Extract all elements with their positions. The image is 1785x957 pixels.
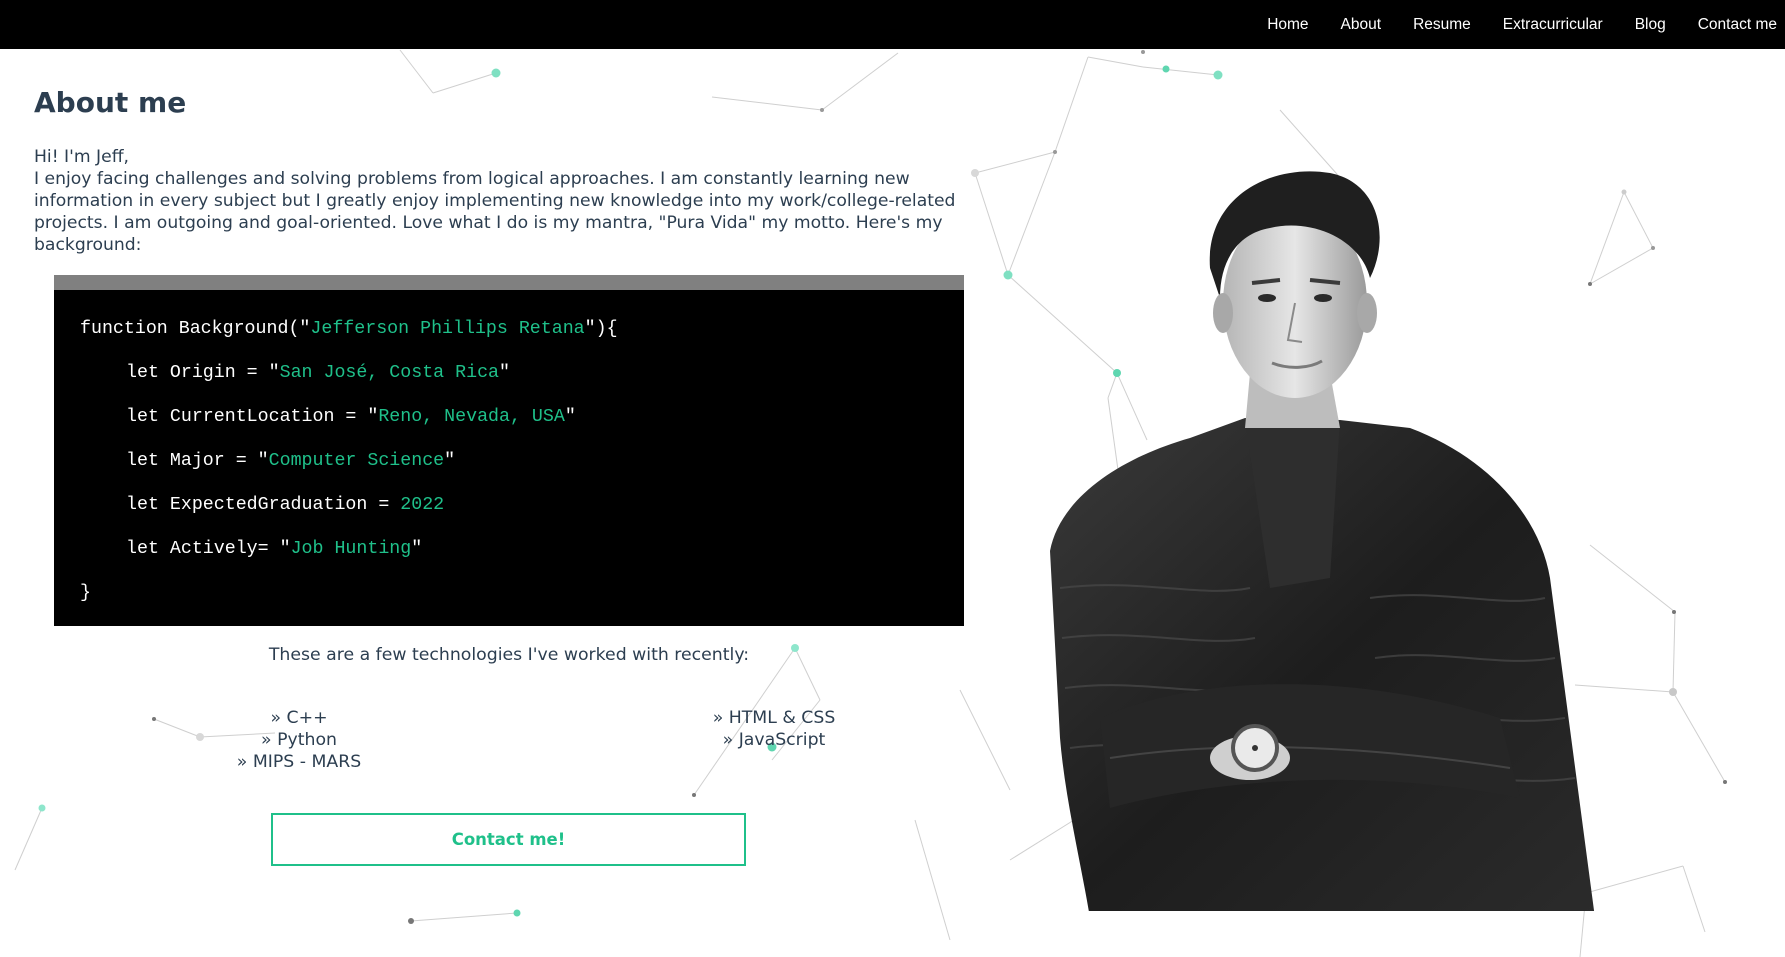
code-key: let Actively= " xyxy=(126,539,291,559)
code-value: Computer Science xyxy=(268,451,445,471)
top-navbar: Home About Resume Extracurricular Blog C… xyxy=(0,0,1785,49)
code-line-major: let Major = "Computer Science" xyxy=(80,439,964,483)
nav-link-extracurricular[interactable]: Extracurricular xyxy=(1503,16,1603,34)
code-value: Job Hunting xyxy=(290,539,412,559)
technologies-intro: These are a few technologies I've worked… xyxy=(268,645,750,665)
intro-text: Hi! I'm Jeff, I enjoy facing challenges … xyxy=(34,146,974,256)
code-line-current-location: let CurrentLocation = "Reno, Nevada, USA… xyxy=(80,395,964,439)
greeting: Hi! I'm Jeff, xyxy=(34,147,130,167)
technology-item: » Python xyxy=(261,730,337,750)
about-description: I enjoy facing challenges and solving pr… xyxy=(34,169,956,255)
page: Home About Resume Extracurricular Blog C… xyxy=(0,0,1785,957)
nav-link-contact[interactable]: Contact me xyxy=(1698,16,1777,34)
code-function-prefix: function Background(" xyxy=(80,319,311,339)
nav-links: Home About Resume Extracurricular Blog C… xyxy=(1235,0,1777,49)
code-line-expected-graduation: let ExpectedGraduation = 2022 xyxy=(80,483,964,527)
code-value: 2022 xyxy=(400,495,445,515)
code-lines: function Background("Jefferson Phillips … xyxy=(54,290,964,615)
code-quote: " xyxy=(444,451,456,471)
code-quote: " xyxy=(411,539,423,559)
nav-link-resume[interactable]: Resume xyxy=(1413,16,1471,34)
nav-link-home[interactable]: Home xyxy=(1267,16,1308,34)
technology-item: » MIPS - MARS xyxy=(236,752,362,772)
code-function-suffix: "){ xyxy=(584,319,618,339)
code-window-bar xyxy=(54,275,964,290)
code-key: let CurrentLocation = " xyxy=(126,407,379,427)
background-code-block: function Background("Jefferson Phillips … xyxy=(54,275,964,626)
page-title: About me xyxy=(34,86,187,119)
code-value: Reno, Nevada, USA xyxy=(378,407,565,427)
code-name-value: Jefferson Phillips Retana xyxy=(310,319,585,339)
code-quote: " xyxy=(499,363,510,383)
code-key: let ExpectedGraduation = xyxy=(126,495,401,515)
contact-me-button[interactable]: Contact me! xyxy=(271,813,746,866)
code-line-origin: let Origin = "San José, Costa Rica" xyxy=(80,351,964,395)
technology-item: » JavaScript xyxy=(722,730,826,750)
technology-item: » HTML & CSS xyxy=(712,708,836,728)
code-function-line: function Background("Jefferson Phillips … xyxy=(80,307,964,351)
nav-link-blog[interactable]: Blog xyxy=(1635,16,1666,34)
nav-link-about[interactable]: About xyxy=(1341,16,1382,34)
code-closing-brace: } xyxy=(80,583,91,603)
code-line-actively: let Actively= "Job Hunting" xyxy=(80,527,964,571)
profile-photo xyxy=(1050,171,1595,911)
code-key: let Major = " xyxy=(126,451,269,471)
technology-item: » C++ xyxy=(270,708,328,728)
code-value: San José, Costa Rica xyxy=(279,363,500,383)
technologies-list-left: » C++ » Python » MIPS - MARS xyxy=(199,707,399,773)
technologies-list-right: » HTML & CSS » JavaScript xyxy=(674,707,874,751)
code-quote: " xyxy=(564,407,576,427)
code-key: let Origin = " xyxy=(126,363,280,383)
